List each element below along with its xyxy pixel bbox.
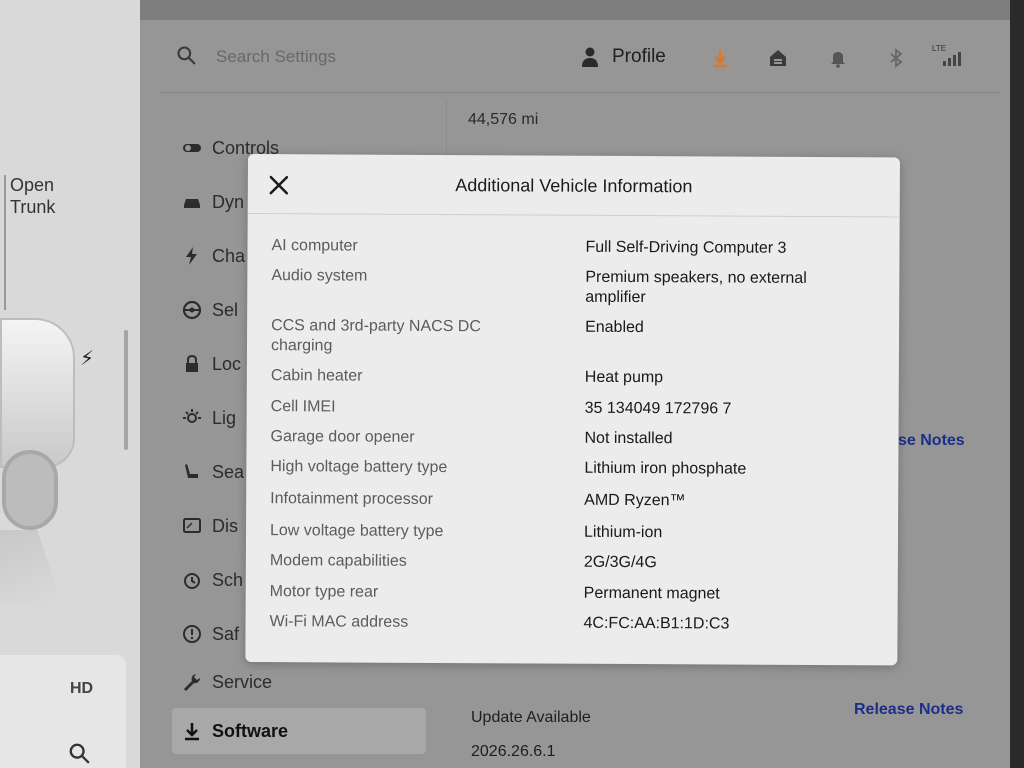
settings-topbar: Search Settings Profile LTE <box>160 30 1000 85</box>
info-value: Lithium iron phosphate <box>584 459 747 478</box>
car-icon <box>184 199 200 208</box>
topbar-divider <box>160 92 1000 93</box>
car-wheel-image <box>2 450 58 530</box>
release-notes-link[interactable]: Release Notes <box>854 701 963 719</box>
info-value: Premium speakers, no external amplifier <box>585 268 807 307</box>
bell-icon[interactable] <box>828 48 848 68</box>
info-row: High voltage battery type Lithium iron p… <box>270 457 874 477</box>
open-trunk-label-line1: Open <box>10 175 55 195</box>
menu-item-software[interactable]: Software <box>172 708 426 754</box>
info-label: Wi-Fi MAC address <box>269 613 409 631</box>
info-row: Audio system Premium speakers, no extern… <box>271 266 875 306</box>
menu-item-label: Dyn <box>212 191 245 212</box>
profile-icon[interactable] <box>582 47 598 67</box>
content-divider <box>446 100 447 160</box>
info-label: Garage door opener <box>270 428 415 446</box>
map-strip <box>140 0 1010 20</box>
wrench-icon <box>184 674 201 691</box>
modal-header: Additional Vehicle Information <box>247 154 900 218</box>
search-icon[interactable] <box>68 742 90 764</box>
steering-wheel-icon <box>182 300 202 320</box>
lock-icon <box>186 354 198 372</box>
info-row: Cabin heater Heat pump <box>271 366 875 386</box>
download-icon[interactable] <box>710 48 730 68</box>
info-label: High voltage battery type <box>270 458 448 477</box>
seat-icon <box>185 464 198 478</box>
software-version: 2026.26.6.1 <box>471 743 556 760</box>
info-label: Low voltage battery type <box>269 522 444 541</box>
menu-item-service[interactable]: Service <box>172 662 432 702</box>
homelink-icon[interactable] <box>768 48 788 68</box>
screen-bezel <box>1010 0 1024 768</box>
info-value: Heat pump <box>584 368 664 387</box>
info-row: Infotainment processor AMD Ryzen™ <box>270 489 874 509</box>
info-label: CCS and 3rd-party NACS DC charging <box>270 317 481 355</box>
release-notes-link-partial[interactable]: se Notes <box>898 432 965 450</box>
car-panel: Open Trunk ⚡ HD <box>0 0 140 768</box>
info-row: Motor type rear Permanent magnet <box>270 582 874 602</box>
menu-item-label: Sch <box>212 569 244 590</box>
lightning-icon <box>186 247 197 265</box>
info-value: 4C:FC:AA:B1:1D:C3 <box>583 614 730 633</box>
info-row: CCS and 3rd-party NACS DC charging Enabl… <box>271 316 875 354</box>
menu-item-label: Sea <box>212 461 245 482</box>
alarm-clock-icon <box>184 573 200 589</box>
info-row: Modem capabilities 2G/3G/4G <box>270 551 874 571</box>
info-value: Full Self-Driving Computer 3 <box>585 238 787 257</box>
profile-button[interactable]: Profile <box>612 46 666 68</box>
info-label: Modem capabilities <box>269 552 407 570</box>
open-trunk-label-line2: Trunk <box>10 197 56 217</box>
panel-divider <box>4 175 6 310</box>
search-input[interactable]: Search Settings <box>216 47 336 67</box>
car-image <box>0 318 75 468</box>
info-value: AMD Ryzen™ <box>584 491 686 510</box>
info-value: Enabled <box>585 318 644 337</box>
menu-item-label: Loc <box>212 353 242 374</box>
menu-item-label: Service <box>212 671 273 692</box>
modal-title: Additional Vehicle Information <box>455 175 693 197</box>
light-icon <box>183 409 201 423</box>
info-value: 35 134049 172796 7 <box>584 399 732 418</box>
info-label: Infotainment processor <box>270 490 433 508</box>
open-trunk-button[interactable]: Open Trunk <box>10 174 55 218</box>
update-available-label: Update Available <box>471 709 591 726</box>
toggle-icon <box>183 144 201 152</box>
alert-circle-icon <box>183 625 201 643</box>
download-icon <box>185 723 199 741</box>
menu-item-label: Lig <box>212 407 237 428</box>
menu-item-label: Saf <box>212 623 240 644</box>
info-row: Garage door opener Not installed <box>270 427 875 447</box>
info-row: Low voltage battery type Lithium-ion <box>270 521 874 541</box>
info-row: Wi-Fi MAC address 4C:FC:AA:B1:1D:C3 <box>270 612 874 632</box>
info-row: AI computer Full Self-Driving Computer 3 <box>271 236 876 257</box>
info-value: 2G/3G/4G <box>583 553 657 572</box>
info-value: Not installed <box>584 429 673 448</box>
odometer-value: 44,576 mi <box>468 111 539 128</box>
info-label: Audio system <box>271 267 368 285</box>
charge-port-icon[interactable]: ⚡ <box>80 346 94 371</box>
info-label: Cell IMEI <box>270 398 336 416</box>
info-label: Cabin heater <box>270 367 363 385</box>
car-panel-scrollbar[interactable] <box>124 330 128 450</box>
additional-vehicle-info-modal: Additional Vehicle Information AI comput… <box>245 154 900 666</box>
search-icon[interactable] <box>176 45 196 65</box>
info-value: Permanent magnet <box>583 584 720 603</box>
menu-item-label: Dis <box>212 515 238 536</box>
display-icon <box>183 518 201 533</box>
info-label: Motor type rear <box>269 583 379 601</box>
bluetooth-icon[interactable] <box>886 48 906 68</box>
signal-strength-icon <box>943 52 961 66</box>
bottom-controls-card <box>0 655 126 768</box>
info-row: Cell IMEI 35 134049 172796 7 <box>271 397 875 417</box>
car-shadow <box>0 530 62 605</box>
info-value: Lithium-ion <box>583 523 663 542</box>
menu-item-label: Cha <box>212 245 246 266</box>
info-label: AI computer <box>271 237 358 255</box>
menu-item-label: Software <box>212 720 289 741</box>
menu-item-label: Sel <box>212 299 239 320</box>
hd-radio-icon[interactable]: HD <box>70 680 93 698</box>
